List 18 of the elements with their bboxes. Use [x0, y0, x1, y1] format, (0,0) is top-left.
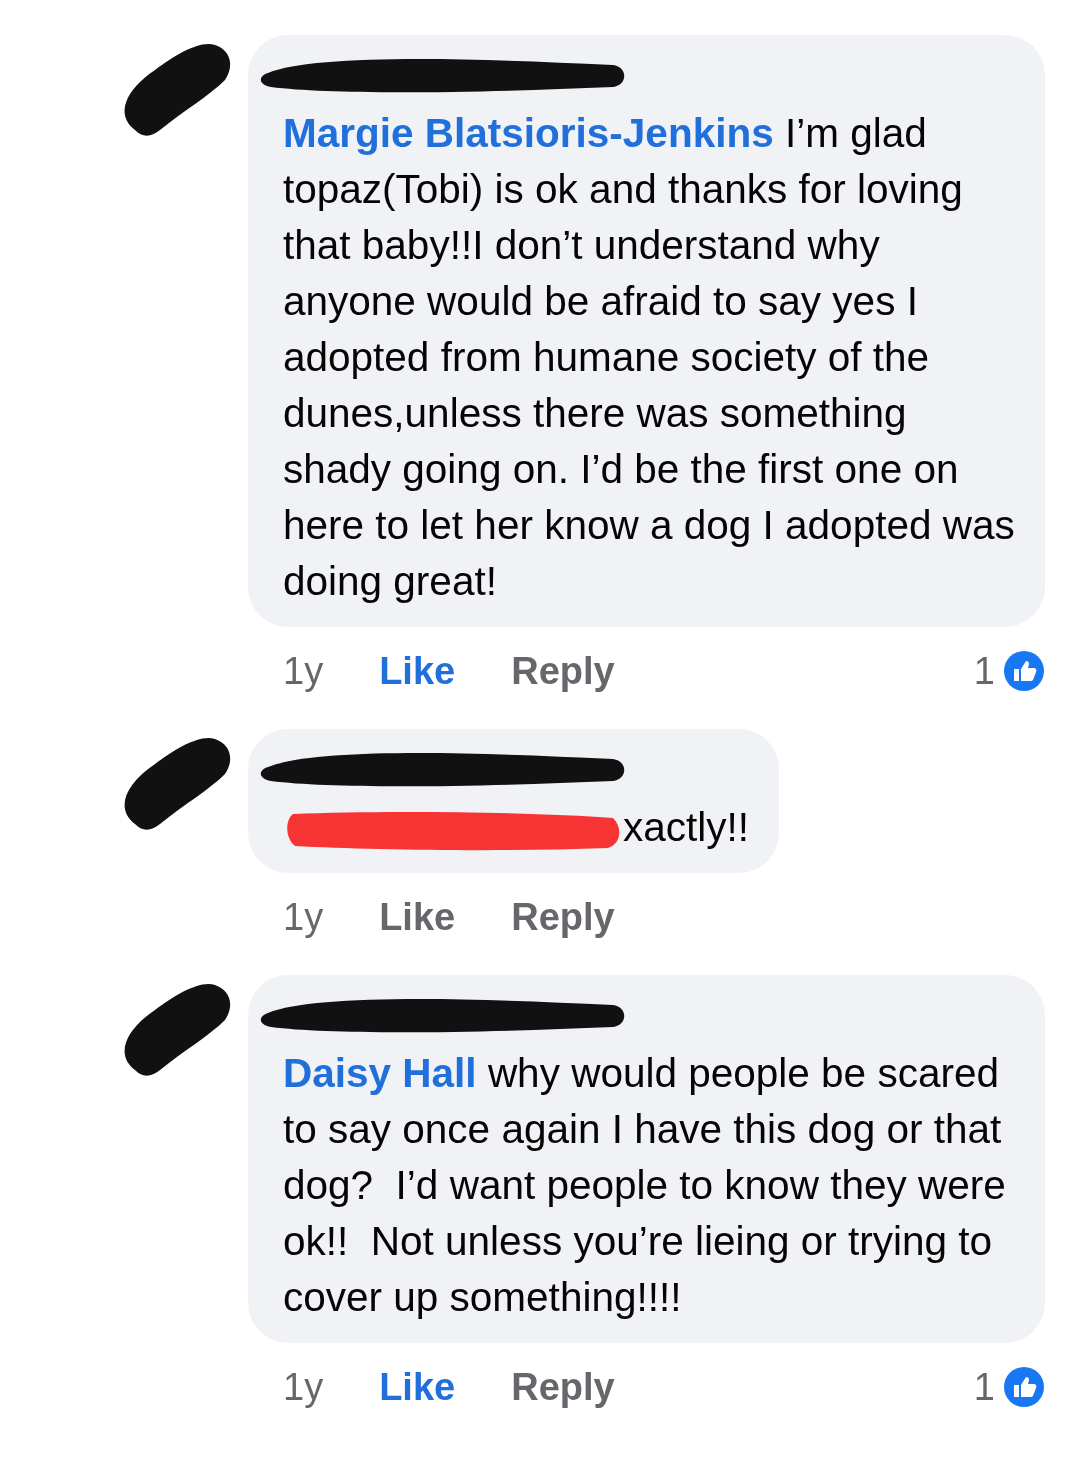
thumbs-up-icon — [1003, 650, 1045, 692]
comment-time: 1y — [283, 895, 324, 939]
like-button[interactable]: Like — [379, 649, 456, 693]
comment-text: Margie Blatsioris-Jenkins I’m glad topaz(Tobi) is ok and thanks for loving that baby!!I don’t understand why anyone would be afraid to say yes I adopted from humane society of the dunes,unless there was something shady going on. I’d be the first one on here to let her know a dog I adopted was doing great! — [283, 109, 1015, 606]
reply-button[interactable]: Reply — [511, 895, 615, 939]
comment-time: 1y — [283, 1365, 324, 1409]
like-button[interactable]: Like — [379, 1365, 456, 1409]
reaction-count: 1 — [973, 1365, 995, 1409]
mention-link[interactable]: Daisy Hall — [283, 1050, 477, 1096]
comment-text: xactly!! — [283, 799, 750, 855]
thumbs-up-icon — [1003, 1366, 1045, 1408]
reaction-count: 1 — [973, 649, 995, 693]
reply-button[interactable]: Reply — [511, 1365, 615, 1409]
reply-button[interactable]: Reply — [511, 649, 615, 693]
comment-text: Daisy Hall why would people be scared to say once again I have this dog or that dog? I’d want people to know they were ok!! Not unless you’re lieing or trying to cover up something!!!! — [283, 1049, 1007, 1322]
mention-link[interactable]: Margie Blatsioris-Jenkins — [283, 110, 774, 156]
comment-time: 1y — [283, 649, 324, 693]
like-button[interactable]: Like — [379, 895, 456, 939]
